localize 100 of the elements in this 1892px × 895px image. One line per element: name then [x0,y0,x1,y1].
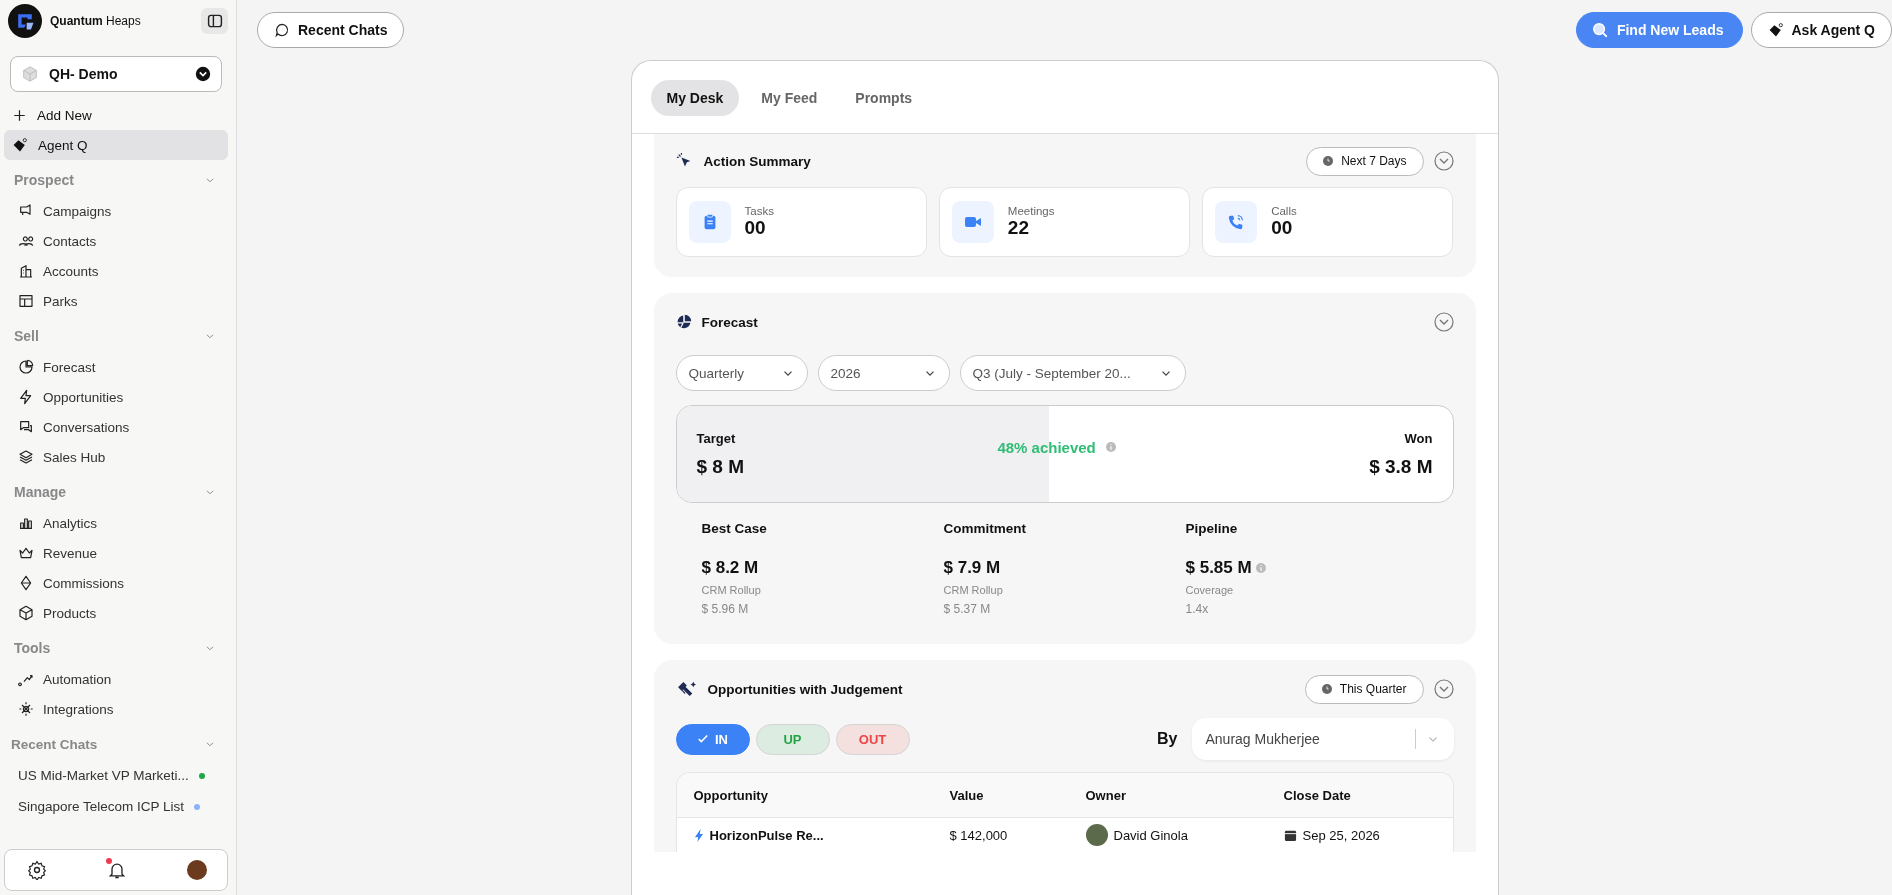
sidebar-panel-icon [206,13,223,29]
pie-chart-icon [18,359,34,375]
cube-icon [18,605,34,621]
diamond-icon [18,575,34,591]
find-leads-button[interactable]: Find New Leads [1575,12,1743,48]
sidebar-toggle-button[interactable] [201,8,228,34]
metric-label: Commitment [943,521,1027,536]
sidebar-item[interactable]: Accounts [4,256,228,286]
judgement-chip[interactable]: IN [675,723,750,755]
collapse-button[interactable] [1433,151,1454,171]
sidebar-item[interactable]: Conversations [4,412,228,442]
sidebar-item[interactable]: Contacts [4,226,228,256]
opportunity-name[interactable]: HorizonPulse Re... [709,827,824,843]
chat-bubble-icon [274,22,290,38]
column-header: Opportunity [693,787,769,803]
lightning-icon [693,828,704,842]
chat-bubbles-icon [18,419,34,435]
by-label: By [1157,730,1178,748]
column-header: Close Date [1283,787,1352,803]
filter-dropdown[interactable]: Quarterly [675,355,808,391]
metric-value: $ 7.9 M [943,558,1001,578]
sidebar-item[interactable]: Opportunities [4,382,228,412]
metric-value: $ 5.85 M [1185,558,1252,578]
sidebar-item[interactable]: Forecast [4,352,228,382]
period-button[interactable]: This Quarter [1304,674,1424,704]
workspace-select[interactable]: QH- Demo [10,56,222,92]
recent-chat-item[interactable]: Singapore Telecom ICP List [18,799,185,814]
filter-dropdown[interactable]: 2026 [817,355,950,391]
tab[interactable]: Prompts [839,80,929,116]
lightning-icon [18,389,34,405]
won-value: $ 3.8 M [1369,455,1433,478]
panel-title: Forecast [701,314,758,330]
tab[interactable]: My Feed [745,80,834,116]
sidebar-item[interactable]: Campaigns [4,196,228,226]
info-icon [1105,442,1116,452]
layers-icon [18,449,34,465]
add-new-button[interactable]: Add New [4,100,228,130]
column-header: Value [949,787,985,803]
agent-nav-item[interactable]: Agent Q [4,130,228,160]
tab[interactable]: My Desk [650,80,740,116]
sidebar-item[interactable]: Sales Hub [4,442,228,472]
owner-name: David Ginola [1113,827,1188,843]
panel-title: Action Summary [703,153,811,169]
checkmark-icon [697,733,709,745]
sidebar-item[interactable]: Integrations [4,694,228,724]
recent-chat-item[interactable]: US Mid-Market VP Marketi... [18,768,189,783]
metric-sub-value: $ 5.37 M [943,602,992,616]
metric-sub-label: CRM Rollup [701,584,762,596]
people-icon [18,233,34,249]
column-header: Owner [1085,787,1127,803]
agent-icon [1767,22,1784,38]
bar-chart-icon [18,515,34,531]
recent-chats-button[interactable]: Recent Chats [257,12,405,48]
metric-value: $ 8.2 M [701,558,759,578]
achieved-text: 48% achieved [997,438,1096,456]
layout-icon [18,293,34,309]
target-value: $ 8 M [696,455,745,478]
stat-label: Calls [1271,205,1297,217]
stat-label: Tasks [744,205,774,217]
stat-value: 00 [1271,217,1294,239]
period-button[interactable]: Next 7 Days [1306,146,1424,176]
sidebar-item[interactable]: Automation [4,664,228,694]
brand-name: Quantum Heaps [50,14,142,28]
sidebar-item[interactable]: Parks [4,286,228,316]
chevron-down-icon [195,66,211,82]
sidebar-item[interactable]: Analytics [4,508,228,538]
settings-icon[interactable] [27,860,47,880]
video-camera-icon [951,201,994,243]
avatar[interactable] [187,860,207,880]
ask-agent-button[interactable]: Ask Agent Q [1750,12,1892,48]
crown-icon [18,545,34,561]
metric-sub-value: $ 5.96 M [701,602,750,616]
clipboard-icon [688,201,731,243]
agent-icon [12,137,28,153]
sidebar-item[interactable]: Revenue [4,538,228,568]
target-label: Target [696,430,737,446]
phone-icon [1215,201,1258,243]
building-icon [18,263,34,279]
clock-icon [1323,156,1334,166]
metric-sub-value: 1.4x [1185,602,1210,616]
collapse-button[interactable] [1433,312,1454,332]
close-date: Sep 25, 2026 [1302,827,1380,843]
avatar [1085,824,1108,846]
network-icon [18,701,34,717]
plus-icon [12,107,27,123]
pie-chart-icon [675,314,692,330]
won-label: Won [1404,430,1433,446]
sidebar-item[interactable]: Commissions [4,568,228,598]
panel-title: Opportunities with Judgement [707,681,903,697]
calendar-icon [1283,828,1297,842]
metric-sub-label: Coverage [1185,584,1235,596]
owner-select[interactable]: Anurag Mukherjee [1191,718,1454,760]
stat-label: Meetings [1007,205,1055,217]
sidebar-item[interactable]: Products [4,598,228,628]
stat-value: 00 [744,217,767,239]
collapse-button[interactable] [1433,679,1454,699]
clock-icon [1321,684,1332,694]
metric-label: Best Case [701,521,768,536]
search-icon [1590,21,1609,39]
filter-dropdown[interactable]: Q3 (July - September 20... [959,355,1186,391]
